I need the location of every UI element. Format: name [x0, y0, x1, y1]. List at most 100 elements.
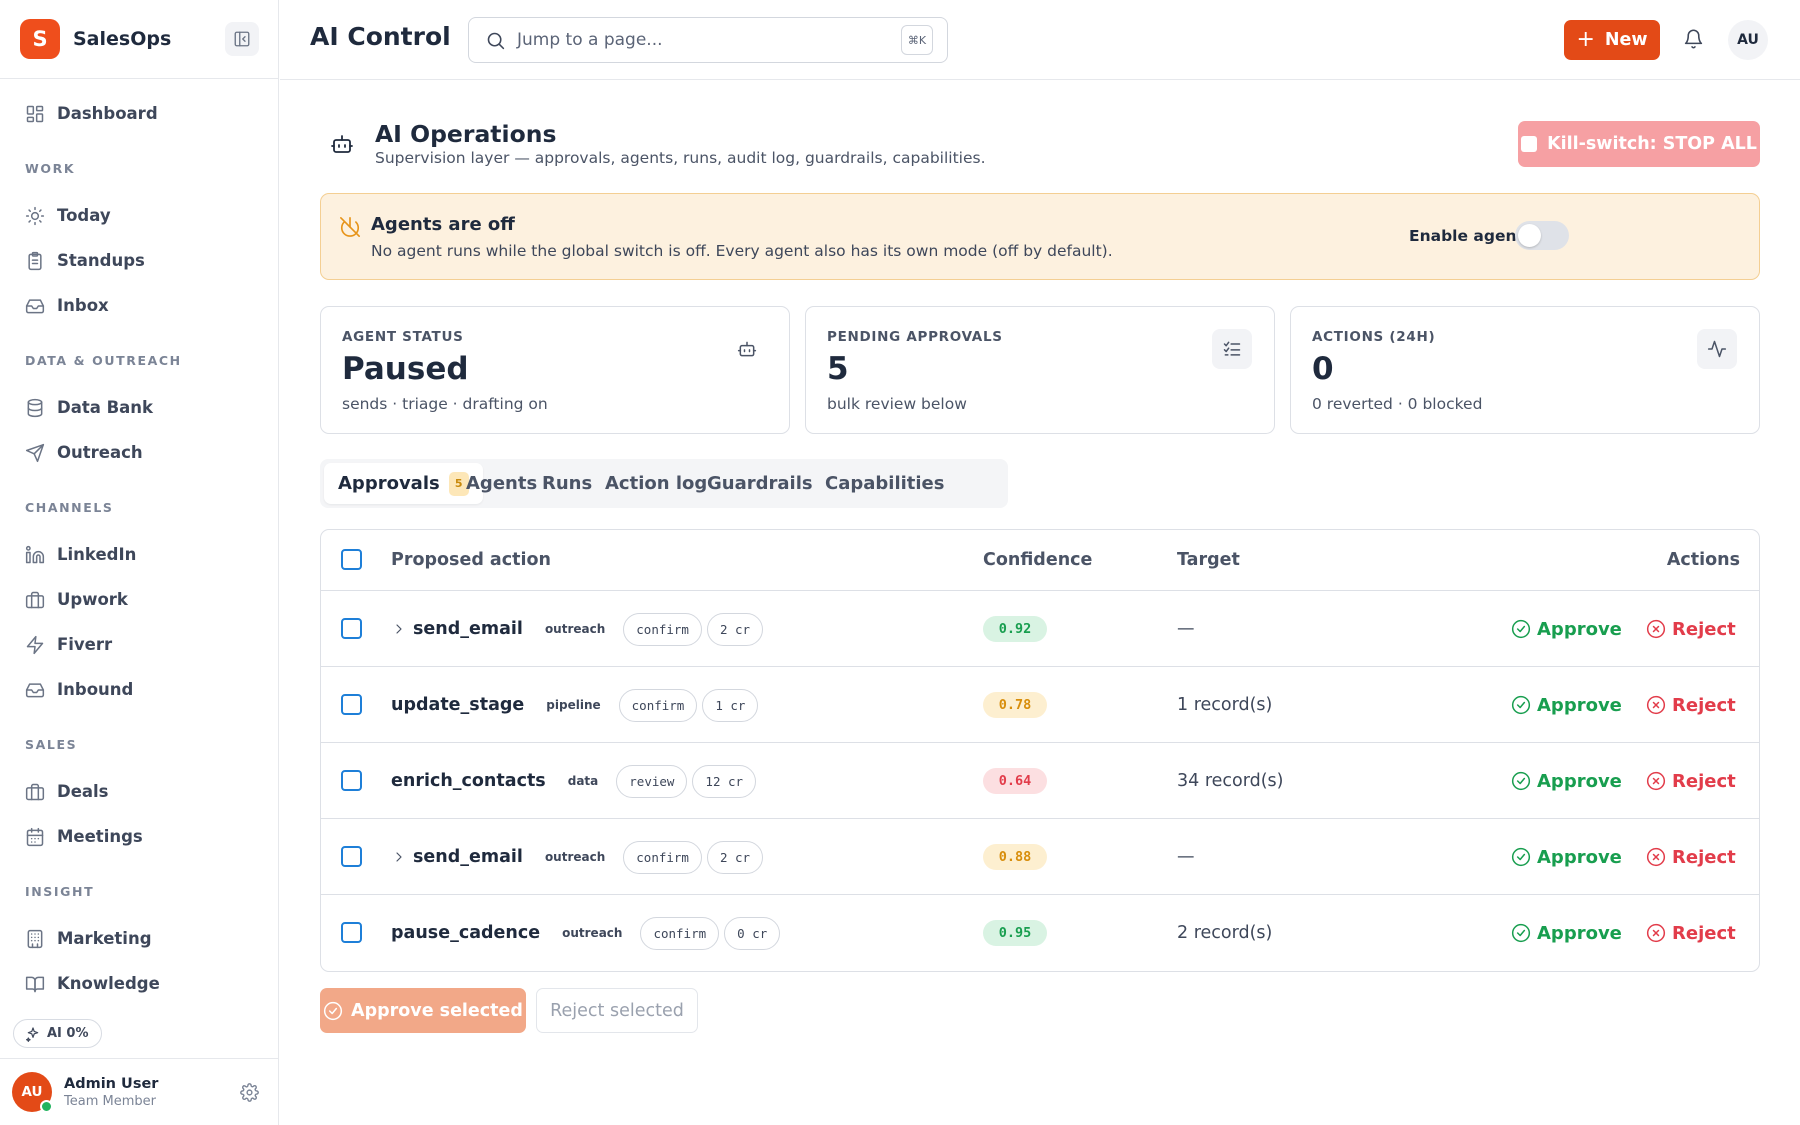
robot-icon	[737, 341, 757, 357]
sidebar-item-standups[interactable]: Standups	[0, 238, 278, 283]
ai-usage-label: AI 0%	[47, 1026, 89, 1041]
sidebar-item-marketing[interactable]: Marketing	[0, 916, 278, 961]
approve-label: Approve	[1537, 694, 1622, 716]
confidence-badge: 0.64	[983, 768, 1047, 794]
stat-sub: sends · triage · drafting on	[342, 395, 548, 413]
send-icon	[25, 443, 45, 462]
reject-button[interactable]: Reject	[1646, 743, 1736, 819]
chevron-right-icon[interactable]	[391, 849, 407, 865]
enable-agents-toggle[interactable]	[1515, 221, 1569, 250]
sidebar-item-label: Marketing	[57, 929, 152, 948]
approve-label: Approve	[1537, 846, 1622, 868]
sun-icon	[25, 206, 45, 225]
reject-button[interactable]: Reject	[1646, 591, 1736, 667]
action-name: send_email	[413, 619, 523, 639]
sidebar-item-inbox[interactable]: Inbox	[0, 283, 278, 328]
select-all-checkbox[interactable]	[341, 549, 362, 570]
sidebar-item-dashboard[interactable]: Dashboard	[0, 91, 278, 136]
sidebar-item-fiverr[interactable]: Fiverr	[0, 622, 278, 667]
target-cell: 34 record(s)	[1177, 771, 1284, 791]
sidebar-item-knowledge[interactable]: Knowledge	[0, 961, 278, 1006]
sidebar-item-label: Inbox	[57, 296, 109, 315]
robot-icon	[331, 135, 353, 153]
kill-switch-button[interactable]: Kill-switch: STOP ALL	[1518, 121, 1760, 167]
sidebar-item-outreach[interactable]: Outreach	[0, 430, 278, 475]
user-role: Team Member	[64, 1093, 156, 1109]
approve-selected-label: Approve selected	[351, 1000, 523, 1021]
reject-button[interactable]: Reject	[1646, 667, 1736, 743]
x-circle-icon	[1646, 695, 1666, 715]
sidebar-item-deals[interactable]: Deals	[0, 769, 278, 814]
row-checkbox[interactable]	[341, 846, 362, 867]
search-input[interactable]: Jump to a page... ⌘K	[468, 17, 948, 63]
tab-agents[interactable]: Agents	[466, 459, 537, 508]
target-cell: —	[1177, 619, 1195, 639]
action-category: outreach	[544, 622, 606, 636]
new-button[interactable]: + New	[1564, 20, 1660, 60]
inbox-icon	[25, 682, 45, 697]
chevron-right-icon[interactable]	[391, 621, 407, 637]
book-icon	[25, 976, 45, 992]
approve-label: Approve	[1537, 618, 1622, 640]
reject-label: Reject	[1672, 770, 1736, 792]
sidebar-group-insight: INSIGHT	[25, 884, 95, 899]
tab-label: Guardrails	[707, 473, 813, 494]
stat-value: Paused	[342, 351, 469, 387]
brand-logo[interactable]: S	[20, 19, 60, 59]
sidebar-item-upwork[interactable]: Upwork	[0, 577, 278, 622]
x-circle-icon	[1646, 619, 1666, 639]
tab-label: Approvals	[338, 473, 440, 494]
bell-icon[interactable]	[1683, 28, 1704, 50]
checklist-icon	[1223, 341, 1241, 356]
user-avatar-button[interactable]: AU	[1728, 20, 1768, 60]
action-credits-chip: 2 cr	[706, 612, 764, 646]
clipboard-icon	[28, 251, 42, 270]
table-header: Proposed action Confidence Target Action…	[321, 530, 1759, 591]
sidebar-group-data-outreach: DATA & OUTREACH	[25, 353, 182, 368]
approve-button[interactable]: Approve	[1511, 743, 1622, 819]
calendar-icon	[26, 827, 44, 846]
sidebar-item-today[interactable]: Today	[0, 193, 278, 238]
ai-usage-pill[interactable]: AI 0%	[13, 1019, 102, 1048]
tab-capabilities[interactable]: Capabilities	[825, 459, 944, 508]
row-checkbox[interactable]	[341, 694, 362, 715]
sidebar-collapse-button[interactable]	[225, 22, 259, 56]
row-checkbox[interactable]	[341, 770, 362, 791]
sidebar-item-linkedin[interactable]: LinkedIn	[0, 532, 278, 577]
row-checkbox[interactable]	[341, 618, 362, 639]
approve-button[interactable]: Approve	[1511, 895, 1622, 971]
row-checkbox[interactable]	[341, 922, 362, 943]
action-mode-chip: confirm	[618, 688, 698, 722]
reject-label: Reject	[1672, 694, 1736, 716]
reject-label: Reject	[1672, 618, 1736, 640]
tab-runs[interactable]: Runs	[542, 459, 592, 508]
gear-icon[interactable]	[240, 1083, 259, 1102]
sidebar-item-data-bank[interactable]: Data Bank	[0, 385, 278, 430]
approve-button[interactable]: Approve	[1511, 591, 1622, 667]
reject-button[interactable]: Reject	[1646, 819, 1736, 895]
online-status-dot	[40, 1100, 53, 1113]
approve-button[interactable]: Approve	[1511, 667, 1622, 743]
proposed-action-cell: enrich_contacts data review 12 cr	[391, 743, 757, 819]
sidebar-item-label: Upwork	[57, 590, 128, 609]
tab-action-log[interactable]: Action log	[605, 459, 707, 508]
reject-selected-button[interactable]: Reject selected	[536, 988, 698, 1033]
user-profile[interactable]: AU Admin User Team Member	[0, 1058, 279, 1125]
power-off-icon	[340, 217, 360, 237]
reject-button[interactable]: Reject	[1646, 895, 1736, 971]
sidebar-item-label: Fiverr	[57, 635, 113, 654]
sidebar-item-inbound[interactable]: Inbound	[0, 667, 278, 712]
avatar[interactable]: AU	[12, 1072, 53, 1113]
sidebar-nav: Dashboard WORK Today Standups Inbox DATA…	[0, 79, 278, 1006]
action-category: pipeline	[546, 698, 601, 712]
sidebar-item-meetings[interactable]: Meetings	[0, 814, 278, 859]
approve-selected-button[interactable]: Approve selected	[320, 988, 526, 1033]
approve-button[interactable]: Approve	[1511, 819, 1622, 895]
tab-guardrails[interactable]: Guardrails	[707, 459, 813, 508]
tab-label: Action log	[605, 473, 708, 494]
tab-approvals[interactable]: Approvals 5	[324, 463, 483, 504]
stop-icon	[1521, 136, 1538, 152]
reject-selected-label: Reject selected	[550, 1000, 684, 1021]
check-circle-icon	[1511, 695, 1531, 715]
section-title: AI Operations	[375, 120, 557, 148]
